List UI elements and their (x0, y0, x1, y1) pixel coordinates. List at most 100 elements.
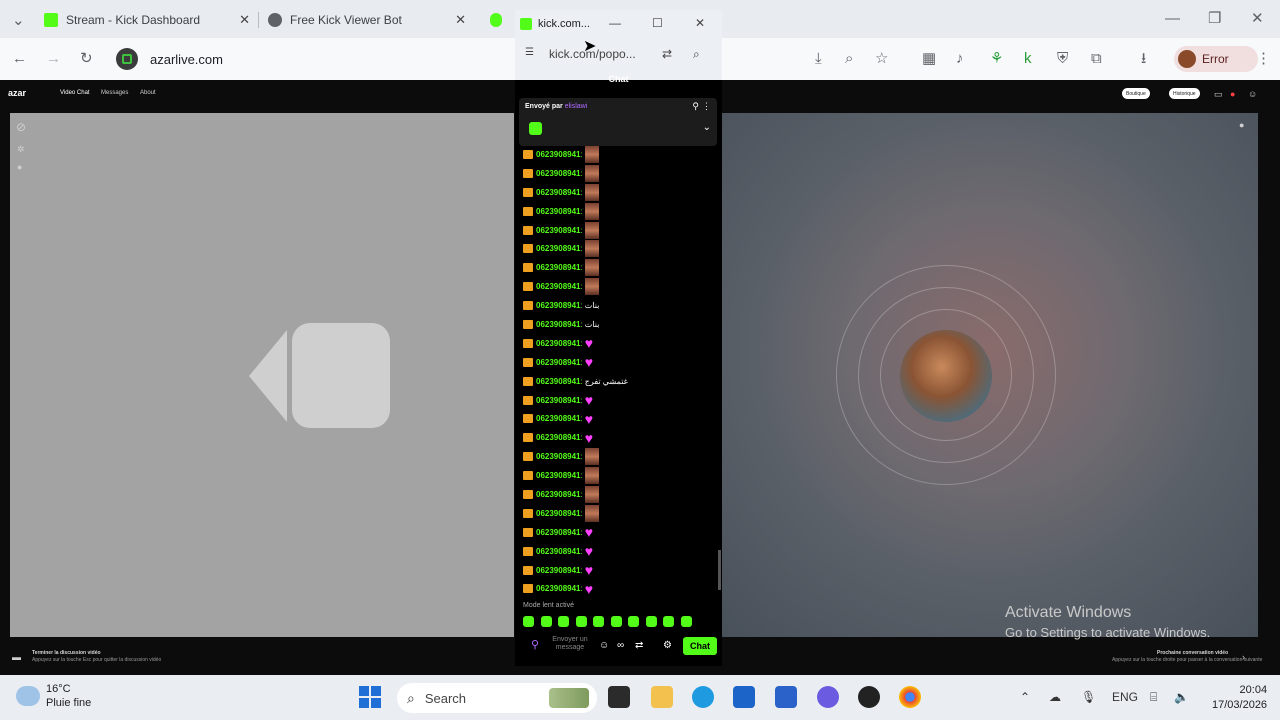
tab-viewer-bot[interactable]: Free Kick Viewer Bot ✕ (268, 6, 470, 34)
chat-message[interactable]: 0623908941: (523, 485, 713, 504)
back-icon[interactable]: ← (12, 50, 27, 68)
extensions-puzzle-icon[interactable]: ⧉ (1091, 50, 1102, 68)
chat-username[interactable]: 0623908941 (536, 358, 581, 367)
end-chat-label[interactable]: Terminer la discussion vidéo (32, 650, 101, 656)
chat-message[interactable]: 0623908941: ♥ (523, 391, 713, 410)
chat-message[interactable]: 0623908941: (523, 183, 713, 202)
emote-button[interactable] (610, 616, 622, 627)
chat-message[interactable]: 0623908941: (523, 239, 713, 258)
chat-username[interactable]: 0623908941 (536, 566, 581, 575)
install-app-icon[interactable]: ⤓ (815, 50, 822, 68)
site-settings-icon[interactable]: ☰ (525, 47, 534, 58)
more-options-icon[interactable]: ⋮ (702, 101, 711, 112)
emote-button[interactable] (663, 616, 674, 627)
chat-username[interactable]: 0623908941 (536, 188, 581, 197)
chat-message[interactable]: 0623908941: (523, 221, 713, 240)
tab-kick-dashboard[interactable]: Stream - Kick Dashboard ✕ (44, 6, 254, 34)
chat-input[interactable]: Envoyer un message (550, 636, 590, 652)
chat-username[interactable]: 0623908941 (536, 207, 581, 216)
chat-username[interactable]: 0623908941 (536, 339, 581, 348)
profile-icon[interactable]: ☺ (1248, 89, 1257, 99)
chat-scrollbar[interactable] (718, 550, 721, 590)
notification-icon[interactable]: ● (1230, 89, 1235, 99)
app-icon[interactable] (858, 686, 880, 708)
chat-username[interactable]: 0623908941 (536, 244, 581, 253)
qr-extension-icon[interactable]: ▦ (922, 50, 936, 68)
edge-icon[interactable] (692, 686, 714, 708)
language-indicator[interactable]: ENG (1112, 690, 1138, 704)
chat-icon[interactable]: ▭ (1214, 89, 1223, 100)
network-icon[interactable]: ⌸ (1150, 690, 1157, 705)
pinned-message[interactable]: Envoyé par elislawi ⚲ ⋮ ⌄ (519, 98, 717, 146)
minimize-icon[interactable]: — (1165, 10, 1180, 28)
emote-button[interactable] (645, 616, 657, 627)
link-icon[interactable]: ∞ (617, 640, 624, 651)
chat-message[interactable]: 0623908941: (523, 258, 713, 277)
popup-zoom-icon[interactable]: ⌕ (693, 47, 700, 62)
emote-button[interactable] (558, 616, 569, 627)
chat-message[interactable]: 0623908941: بنات (523, 296, 713, 315)
emote-button[interactable] (593, 616, 604, 627)
next-chat-label[interactable]: Prochaine conversation vidéo (1157, 650, 1228, 656)
zoom-icon[interactable]: ⌕ (845, 50, 853, 68)
chat-message[interactable]: 0623908941: (523, 164, 713, 183)
show-hidden-icons[interactable]: ⌃ (1020, 690, 1030, 704)
chat-message[interactable]: 0623908941: بنات (523, 315, 713, 334)
chrome-icon[interactable] (899, 686, 921, 708)
chat-username[interactable]: 0623908941 (536, 282, 581, 291)
chat-message[interactable]: 0623908941: (523, 145, 713, 164)
chat-message[interactable]: 0623908941: ♥ (523, 561, 713, 580)
nav-about[interactable]: About (140, 90, 156, 96)
outlook-icon[interactable] (775, 686, 797, 708)
chat-message[interactable]: 0623908941: (523, 466, 713, 485)
expand-chevron-icon[interactable]: ⌄ (703, 122, 711, 133)
chat-username[interactable]: 0623908941 (536, 528, 581, 537)
emote-button[interactable] (523, 616, 534, 627)
block-icon[interactable]: ⊘ (16, 120, 26, 134)
emote-button[interactable] (540, 616, 552, 627)
emote-button[interactable] (575, 616, 587, 627)
chat-username[interactable]: 0623908941 (536, 509, 581, 518)
downloads-icon[interactable]: ⭳ (1141, 50, 1146, 68)
chat-username[interactable]: 0623908941 (536, 452, 581, 461)
settings-gear-icon[interactable]: ⚙ (663, 640, 672, 651)
chat-message[interactable]: 0623908941: (523, 504, 713, 523)
chat-username[interactable]: 0623908941 (536, 547, 581, 556)
file-explorer-icon[interactable] (651, 686, 673, 708)
azar-logo[interactable]: azar (8, 88, 26, 98)
kick-extension-icon[interactable]: k (1024, 50, 1032, 68)
pin-icon[interactable]: ⚲ (692, 101, 699, 112)
shield-extension-icon[interactable]: ⛨ (1057, 50, 1068, 68)
send-chat-button[interactable]: Chat (683, 637, 717, 655)
chat-username[interactable]: 0623908941 (536, 490, 581, 499)
menu-kebab-icon[interactable]: ⋮ (1256, 50, 1271, 68)
tab-azar[interactable] (490, 6, 510, 34)
chat-username[interactable]: 0623908941 (536, 584, 581, 593)
chat-username[interactable]: 0623908941 (536, 226, 581, 235)
restore-icon[interactable]: ❐ (1208, 10, 1221, 28)
onedrive-icon[interactable]: ☁ (1049, 690, 1061, 704)
volume-icon[interactable]: 🔈 (1174, 690, 1189, 704)
chat-message[interactable]: 0623908941: ♥ (523, 579, 713, 598)
messenger-icon[interactable] (817, 686, 839, 708)
historique-button[interactable]: Historique (1169, 88, 1200, 99)
nav-video-chat[interactable]: Video Chat (60, 90, 90, 96)
chat-message[interactable]: 0623908941: ♥ (523, 523, 713, 542)
chat-message[interactable]: 0623908941: (523, 277, 713, 296)
chat-username[interactable]: 0623908941 (536, 414, 581, 423)
translate-icon[interactable]: ⇄ (662, 47, 672, 61)
reload-icon[interactable]: ↻ (80, 50, 93, 68)
chat-username[interactable]: 0623908941 (536, 263, 581, 272)
end-chat-icon[interactable]: ▬ (12, 652, 21, 662)
chat-username[interactable]: 0623908941 (536, 433, 581, 442)
chat-message[interactable]: 0623908941: (523, 202, 713, 221)
popup-close-icon[interactable]: ✕ (695, 16, 705, 30)
bookmark-star-icon[interactable]: ☆ (875, 50, 888, 68)
next-chat-icon[interactable]: › (1242, 652, 1245, 662)
chat-username[interactable]: 0623908941 (536, 471, 581, 480)
boutique-button[interactable]: Boutique (1122, 88, 1150, 99)
chat-message[interactable]: 0623908941: ♥ (523, 542, 713, 561)
chat-username[interactable]: 0623908941 (536, 150, 581, 159)
weather-widget[interactable]: 16°C Pluie fine (16, 682, 91, 710)
start-button[interactable] (359, 686, 381, 708)
